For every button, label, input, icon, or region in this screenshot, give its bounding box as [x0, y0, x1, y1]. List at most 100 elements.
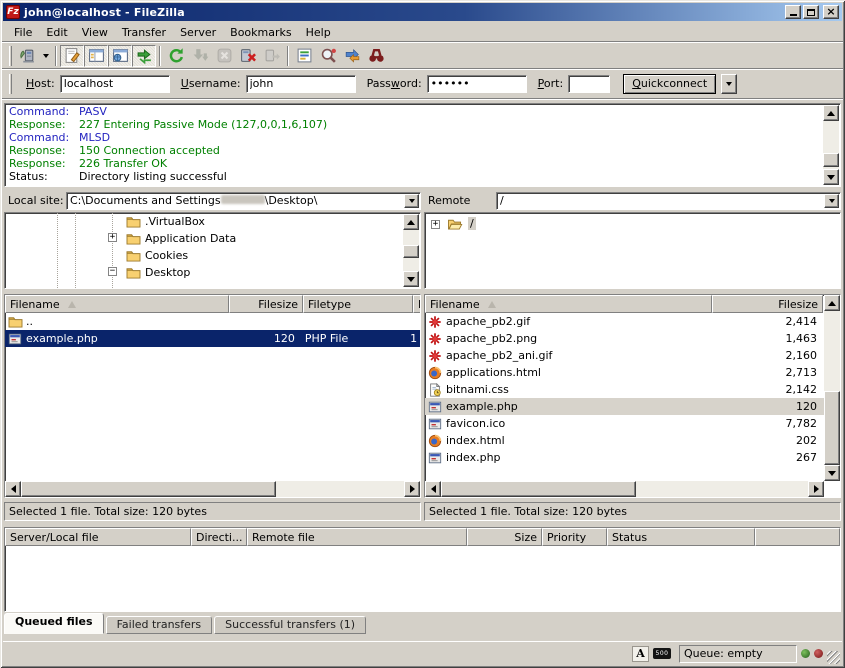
html-file-icon	[427, 434, 443, 448]
refresh-button[interactable]	[164, 45, 188, 67]
tab-failed-transfers[interactable]: Failed transfers	[106, 616, 213, 634]
scroll-right-button[interactable]	[404, 481, 420, 497]
site-manager-dropdown[interactable]	[39, 45, 52, 67]
tab-queued-files[interactable]: Queued files	[4, 613, 104, 634]
host-input[interactable]	[60, 75, 170, 93]
column-header-priority[interactable]: Priority	[542, 528, 607, 546]
menubar: File Edit View Transfer Server Bookmarks…	[3, 23, 842, 41]
column-header-status[interactable]: Status	[607, 528, 755, 546]
scroll-thumb[interactable]	[823, 153, 839, 167]
menu-bookmarks[interactable]: Bookmarks	[223, 25, 298, 40]
local-list-hscrollbar[interactable]	[5, 481, 420, 497]
column-header-filetype[interactable]: Filetype	[303, 295, 413, 313]
local-tree-scrollbar[interactable]	[403, 214, 419, 287]
directory-filters-button[interactable]	[292, 45, 316, 67]
menu-help[interactable]: Help	[299, 25, 338, 40]
menu-server[interactable]: Server	[173, 25, 223, 40]
column-header-filename[interactable]: Filename	[425, 295, 712, 313]
tree-item-cookies[interactable]: Cookies	[5, 247, 403, 264]
scroll-down-button[interactable]	[823, 169, 839, 185]
remote-list-hscrollbar[interactable]	[425, 481, 824, 497]
local-site-combo-arrow[interactable]	[404, 194, 419, 208]
remote-list-vscrollbar[interactable]	[824, 295, 840, 481]
menu-view[interactable]: View	[75, 25, 115, 40]
file-row[interactable]: bitnami.css 2,142	[425, 381, 824, 398]
minimize-button[interactable]	[785, 5, 801, 19]
toggle-transfer-queue-button[interactable]	[132, 45, 156, 67]
scroll-thumb[interactable]	[824, 391, 840, 465]
resize-grip[interactable]	[827, 651, 840, 664]
image-file-icon	[427, 332, 443, 346]
maximize-button[interactable]	[803, 5, 819, 19]
synchronized-browsing-button[interactable]	[340, 45, 364, 67]
menu-file[interactable]: File	[7, 25, 39, 40]
username-input[interactable]	[246, 75, 356, 93]
remote-site-combo-arrow[interactable]	[824, 194, 839, 208]
tree-expander-plus[interactable]: +	[108, 233, 117, 242]
site-manager-button[interactable]	[15, 45, 39, 67]
menu-transfer[interactable]: Transfer	[115, 25, 173, 40]
password-input[interactable]	[427, 75, 527, 93]
column-header-remote-file[interactable]: Remote file	[247, 528, 467, 546]
scroll-left-button[interactable]	[425, 481, 441, 497]
toggle-local-tree-button[interactable]	[84, 45, 108, 67]
file-row-example-php[interactable]: example.php 120	[425, 398, 824, 415]
disconnect-button[interactable]	[236, 45, 260, 67]
column-header-direction[interactable]: Directi...	[191, 528, 247, 546]
log-scrollbar[interactable]	[823, 105, 839, 185]
scroll-up-button[interactable]	[823, 105, 839, 121]
quickconnect-dropdown[interactable]	[721, 74, 737, 94]
column-header-filesize[interactable]: Filesize	[229, 295, 303, 313]
local-site-combo[interactable]: C:\Documents and Settings\Desktop\	[66, 192, 421, 210]
arrow-right-icon	[410, 485, 415, 493]
file-row[interactable]: apache_pb2.png 1,463	[425, 330, 824, 347]
close-button[interactable]: ×	[823, 5, 839, 19]
scroll-left-button[interactable]	[5, 481, 21, 497]
column-header-filename[interactable]: Filename	[5, 295, 229, 313]
file-row-parent-dir[interactable]: ..	[5, 313, 420, 330]
scroll-right-button[interactable]	[808, 481, 824, 497]
toolbar-grip[interactable]	[9, 46, 12, 66]
file-row[interactable]: index.html 202	[425, 432, 824, 449]
file-row[interactable]: applications.html 2,713	[425, 364, 824, 381]
column-header-size[interactable]: Size	[467, 528, 542, 546]
scroll-down-button[interactable]	[403, 271, 419, 287]
scroll-thumb[interactable]	[441, 481, 636, 497]
column-header-filesize[interactable]: Filesize	[712, 295, 823, 313]
scroll-up-button[interactable]	[403, 214, 419, 230]
tree-expander-minus[interactable]: −	[108, 267, 117, 276]
scroll-up-button[interactable]	[824, 295, 840, 311]
file-row-example-php[interactable]: example.php 120 PHP File 1	[5, 330, 420, 347]
toggle-remote-tree-button[interactable]	[108, 45, 132, 67]
port-input[interactable]	[568, 75, 610, 93]
tree-item-desktop[interactable]: − Desktop	[5, 264, 403, 281]
directory-comparison-button[interactable]	[316, 45, 340, 67]
image-file-icon	[427, 315, 443, 329]
local-list-header: Filename Filesize Filetype L	[5, 295, 421, 313]
column-header-lastmodified[interactable]: L	[413, 295, 421, 313]
tree-item-application-data[interactable]: + Application Data	[5, 230, 403, 247]
quickconnect-grip[interactable]	[9, 74, 12, 94]
tree-expander-plus[interactable]: +	[431, 220, 440, 229]
titlebar[interactable]: Fz john@localhost - FileZilla ×	[3, 3, 842, 21]
reconnect-button[interactable]	[260, 45, 284, 67]
column-header-server-local-file[interactable]: Server/Local file	[5, 528, 191, 546]
tab-successful-transfers[interactable]: Successful transfers (1)	[214, 616, 366, 634]
menu-edit[interactable]: Edit	[39, 25, 74, 40]
tree-item-virtualbox[interactable]: .VirtualBox	[5, 213, 403, 230]
remote-site-combo[interactable]: /	[496, 192, 841, 210]
scroll-thumb[interactable]	[21, 481, 276, 497]
file-row[interactable]: apache_pb2_ani.gif 2,160	[425, 347, 824, 364]
toggle-message-log-button[interactable]	[60, 45, 84, 67]
cancel-operation-button[interactable]	[212, 45, 236, 67]
scroll-down-button[interactable]	[824, 465, 840, 481]
scroll-thumb[interactable]	[403, 245, 419, 258]
tree-item-root[interactable]: + /	[425, 215, 823, 232]
process-queue-button[interactable]	[188, 45, 212, 67]
remote-site-path: /	[500, 194, 822, 208]
quickconnect-button[interactable]: Quickconnect	[623, 74, 716, 94]
file-row[interactable]: apache_pb2.gif 2,414	[425, 313, 824, 330]
file-row[interactable]: favicon.ico 7,782	[425, 415, 824, 432]
file-row[interactable]: index.php 267	[425, 449, 824, 466]
find-files-button[interactable]	[364, 45, 388, 67]
